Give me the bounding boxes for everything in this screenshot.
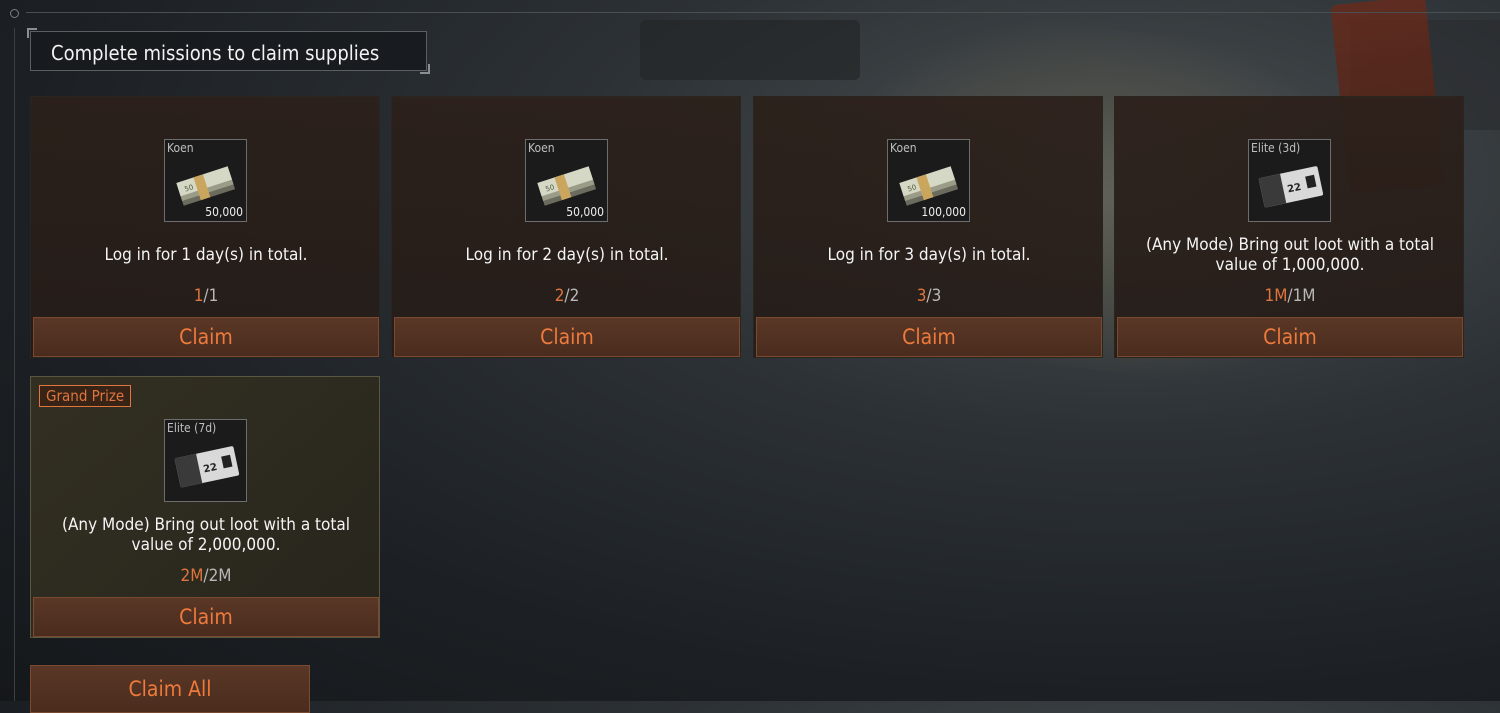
- reward-type: Koen: [528, 141, 555, 155]
- frame-left-rail: [14, 28, 15, 701]
- reward-type: Koen: [167, 141, 194, 155]
- reward-quantity: 50,000: [205, 205, 243, 219]
- reward-type: Elite (3d): [1251, 141, 1301, 155]
- mission-description: Log in for 3 day(s) in total.: [827, 245, 1031, 265]
- mission-card-3: Koen 50 100,000 Log in for 3 day(s) in t…: [753, 96, 1103, 358]
- reward-quantity: 100,000: [921, 205, 966, 219]
- progress-current: 1: [193, 286, 204, 306]
- mission-description: (Any Mode) Bring out loot with a total v…: [61, 515, 351, 555]
- reward-quantity: 50,000: [566, 205, 604, 219]
- claim-button[interactable]: Claim: [756, 317, 1102, 357]
- claim-button[interactable]: Claim: [33, 317, 379, 357]
- section-title: Complete missions to claim supplies: [51, 41, 380, 65]
- mission-progress: 3/3: [754, 286, 1104, 306]
- progress-current: 1M: [1264, 286, 1288, 306]
- elite-card-icon: 22: [1258, 166, 1324, 208]
- progress-current: 2M: [180, 566, 204, 586]
- mission-card-1: Koen 50 50,000 Log in for 1 day(s) in to…: [30, 96, 380, 358]
- mission-progress: 1M/1M: [1115, 286, 1465, 306]
- progress-total: /2: [564, 286, 580, 306]
- grand-prize-badge: Grand Prize: [39, 385, 132, 407]
- mission-card-2: Koen 50 50,000 Log in for 2 day(s) in to…: [391, 96, 741, 358]
- mission-progress: 2M/2M: [31, 566, 381, 586]
- reward-type: Koen: [890, 141, 917, 155]
- progress-total: /1: [203, 286, 219, 306]
- mission-card-4: Elite (3d) 22 (Any Mode) Bring out loot …: [1114, 96, 1464, 358]
- progress-current: 3: [916, 286, 927, 306]
- claim-all-button[interactable]: Claim All: [30, 665, 310, 713]
- reward-slot[interactable]: Koen 50 50,000: [164, 139, 247, 222]
- frame-corner-dot: [10, 9, 19, 18]
- progress-total: /2M: [203, 566, 232, 586]
- background-magazine-art: [640, 20, 860, 80]
- grand-prize-card: Grand Prize Elite (7d) 22 (Any Mode) Bri…: [30, 376, 380, 638]
- mission-progress: 2/2: [392, 286, 742, 306]
- elite-card-icon: 22: [174, 446, 240, 488]
- reward-slot[interactable]: Elite (7d) 22: [164, 419, 247, 502]
- mission-description: Log in for 2 day(s) in total.: [465, 245, 669, 265]
- claim-button[interactable]: Claim: [394, 317, 740, 357]
- mission-description: Log in for 1 day(s) in total.: [104, 245, 308, 265]
- reward-slot[interactable]: Koen 50 100,000: [887, 139, 970, 222]
- reward-type: Elite (7d): [167, 421, 217, 435]
- reward-slot[interactable]: Koen 50 50,000: [525, 139, 608, 222]
- progress-total: /1M: [1287, 286, 1316, 306]
- mission-progress: 1/1: [31, 286, 381, 306]
- progress-current: 2: [554, 286, 565, 306]
- progress-total: /3: [926, 286, 942, 306]
- mission-description: (Any Mode) Bring out loot with a total v…: [1145, 235, 1435, 275]
- claim-button[interactable]: Claim: [1117, 317, 1463, 357]
- claim-button[interactable]: Claim: [33, 597, 379, 637]
- reward-slot[interactable]: Elite (3d) 22: [1248, 139, 1331, 222]
- section-header: Complete missions to claim supplies: [27, 28, 430, 74]
- frame-top-divider: [26, 12, 1500, 13]
